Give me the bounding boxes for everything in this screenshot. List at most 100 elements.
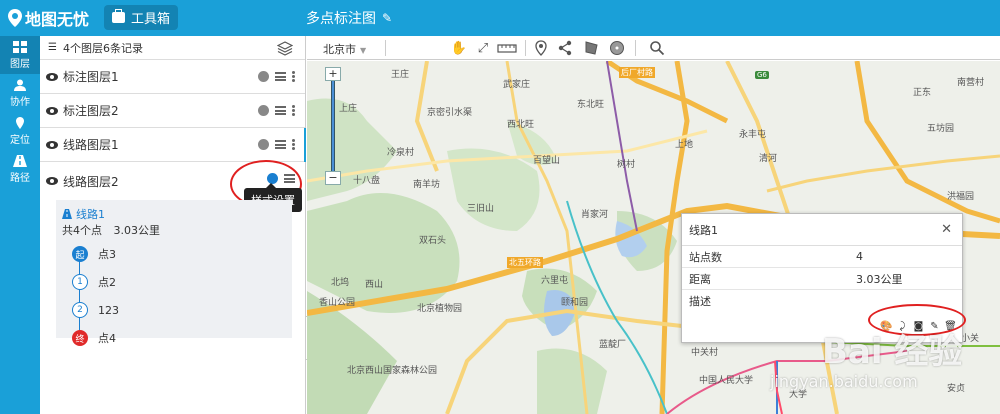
map-label: 洪福园 [947,192,975,202]
map-label: 后厂村路 [619,67,655,78]
eye-icon[interactable] [46,106,58,115]
close-icon[interactable]: ✕ [941,222,952,237]
style-settings-icon[interactable] [258,105,269,116]
field-label: 站点数 [689,250,722,264]
pencil-icon[interactable]: ✎ [382,11,392,25]
toolbox-button[interactable]: 工具箱 [104,5,179,30]
zoom-in-button[interactable]: + [325,67,341,81]
style-settings-icon[interactable] [258,71,269,82]
eye-icon[interactable] [46,72,58,81]
map-label: 小关 [961,334,980,344]
divider [635,40,636,56]
map-label: 北坞 [331,278,350,288]
nav-label: 定位 [10,134,30,146]
layer-stack-icon[interactable] [277,40,293,56]
popup-header: 线路1 ✕ [682,214,962,246]
document-title[interactable]: 多点标注图 ✎ [306,8,392,28]
list-item[interactable]: 1 点2 [72,268,119,296]
layer-name: 线路图层1 [63,138,119,152]
table-row: 站点数 4 [682,246,962,268]
map-pin-icon [8,9,22,27]
left-nav: 图层 协作 定位 路径 [0,36,40,414]
map-label: 三旧山 [467,204,495,214]
layer-row[interactable]: 标注图层1 [40,60,305,94]
start-marker: 起 [72,246,88,262]
map-label: 正东 [913,88,932,98]
layer-row[interactable]: 标注图层2 [40,94,305,128]
eye-icon[interactable] [46,177,58,185]
map-label: 南羊坊 [413,180,441,190]
more-icon[interactable] [292,71,295,82]
point-count: 共4个点 [62,224,102,237]
nav-item-locate[interactable]: 定位 [0,112,40,150]
nav-label: 图层 [10,58,30,70]
app-logo[interactable]: 地图无忧 [8,6,89,30]
nav-label: 协作 [10,96,30,108]
map-label: 香山公园 [319,298,356,308]
nav-label: 路径 [10,172,30,184]
map-label: G6 [755,71,769,79]
search-icon[interactable] [649,40,665,56]
map-label: 北五环路 [507,257,543,268]
point-name: 点2 [98,276,116,289]
point-name: 123 [98,303,119,317]
route-title[interactable]: 线路1 [62,206,105,222]
polygon-icon[interactable] [583,40,599,56]
more-icon[interactable] [292,139,295,150]
map-label: 南营村 [957,78,985,88]
map-label: 六里屯 [541,276,569,286]
city-name: 北京市 [323,43,356,56]
nav-item-collaborate[interactable]: 协作 [0,74,40,112]
layer-name: 标注图层1 [63,70,119,84]
map-label: 京密引水渠 [427,108,473,118]
map-label: 中关村 [691,348,719,358]
list-icon[interactable] [275,72,286,81]
pan-hand-icon[interactable]: ✋ [451,40,467,56]
circle-icon[interactable] [609,40,625,56]
route-name: 线路1 [76,208,105,221]
field-value: 4 [856,250,863,263]
document-title-text: 多点标注图 [306,11,376,27]
map-label: 武家庄 [503,80,531,90]
map-label: 王庄 [391,70,410,80]
route-distance: 3.03公里 [113,224,161,237]
list-item[interactable]: 起 点3 [72,240,119,268]
map-label: 永丰屯 [739,130,767,140]
panel-header: ☰ 4个图层6条记录 [40,36,305,60]
marker-icon[interactable] [533,40,549,56]
map-label: 中国人民大学 [699,376,754,386]
eye-icon[interactable] [46,140,58,149]
zoom-slider[interactable] [331,81,335,171]
more-icon[interactable] [292,105,295,116]
fullscreen-icon[interactable]: ⤢ [475,40,491,56]
top-bar: 地图无忧 工具箱 多点标注图 ✎ [0,0,1000,36]
list-icon[interactable] [275,106,286,115]
zoom-out-button[interactable]: − [325,171,341,185]
layer-panel: ☰ 4个图层6条记录 标注图层1 标注图层2 线路图层1 线路图层2 线路1 共… [40,36,306,414]
map-label: 肖家河 [581,210,609,220]
field-value: 3.03公里 [856,272,903,286]
nav-item-route[interactable]: 路径 [0,150,40,188]
road-icon [62,209,72,219]
share-icon[interactable] [557,40,573,56]
zoom-control: + − [325,67,341,185]
active-indicator [304,128,306,162]
table-row: 距离 3.03公里 [682,268,962,290]
list-icon[interactable] [275,140,286,149]
layer-row[interactable]: 线路图层1 [40,128,306,162]
city-select[interactable]: 北京市 ▼ [323,41,366,57]
list-item[interactable]: 2 123 [72,296,119,324]
route-detail: 线路1 共4个点 3.03公里 起 点3 1 点2 2 123 终 点4 [56,200,292,346]
style-settings-icon[interactable] [258,139,269,150]
map-label: 上地 [675,140,694,150]
ruler-icon[interactable] [497,40,517,56]
layers-icon [13,40,27,53]
waypoint-marker: 2 [72,302,88,318]
watermark: Bai 经验 [822,332,963,372]
nav-item-layers[interactable]: 图层 [0,36,40,74]
route-icon [13,154,27,167]
field-label: 描述 [689,295,711,308]
map-label: 北京西山国家森林公园 [347,366,438,376]
locate-icon [16,116,24,129]
list-item[interactable]: 终 点4 [72,324,119,352]
